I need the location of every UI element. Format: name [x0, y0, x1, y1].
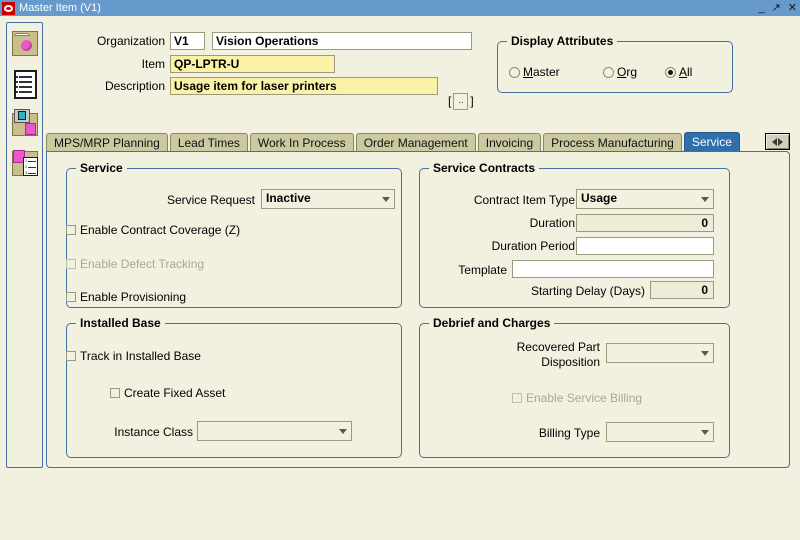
enable-defect-tracking-checkbox: Enable Defect Tracking — [66, 256, 204, 272]
instance-class-select[interactable] — [197, 421, 352, 441]
descriptive-flexfield: [ .. ] — [448, 92, 474, 110]
recovered-part-label-line1: Recovered Part — [516, 340, 600, 354]
service-request-value: Inactive — [266, 191, 311, 205]
tab-lead-times[interactable]: Lead Times — [169, 133, 248, 152]
organization-label: Organization — [96, 34, 165, 48]
organization-item-icon[interactable] — [10, 107, 41, 143]
window-controls: _ ↗ ✕ — [758, 2, 797, 14]
radio-org-indicator — [603, 66, 614, 78]
enable-provisioning-box — [66, 292, 76, 302]
track-in-installed-base-label: Track in Installed Base — [80, 349, 201, 363]
window-titlebar: Master Item (V1) _ ↗ ✕ — [0, 0, 800, 16]
dff-open-bracket: [ — [448, 94, 452, 108]
list-document-icon[interactable] — [10, 67, 41, 103]
tab-work-in-process[interactable]: Work In Process — [249, 133, 354, 152]
installed-base-group-title: Installed Base — [76, 316, 165, 330]
template-label: Template — [458, 263, 507, 277]
radio-all[interactable]: All — [665, 64, 692, 80]
create-fixed-asset-checkbox[interactable]: Create Fixed Asset — [110, 385, 225, 401]
radio-master[interactable]: Master — [509, 64, 560, 80]
tab-mps-mrp-planning[interactable]: MPS/MRP Planning — [46, 133, 168, 152]
contract-item-type-value: Usage — [581, 191, 618, 205]
starting-delay-label: Starting Delay (Days) — [530, 284, 645, 298]
organization-code-field[interactable]: V1 — [170, 32, 205, 50]
enable-defect-tracking-box — [66, 259, 76, 269]
debrief-and-charges-group-title: Debrief and Charges — [429, 316, 555, 330]
description-field[interactable]: Usage item for laser printers — [170, 77, 438, 95]
radio-all-label: All — [679, 65, 693, 79]
enable-service-billing-label: Enable Service Billing — [526, 391, 643, 405]
instance-class-label: Instance Class — [114, 425, 193, 439]
enable-provisioning-checkbox[interactable]: Enable Provisioning — [66, 289, 186, 305]
track-in-installed-base-checkbox[interactable]: Track in Installed Base — [66, 348, 201, 364]
duration-period-label: Duration Period — [491, 239, 575, 253]
minimize-button[interactable]: _ — [758, 2, 764, 14]
create-fixed-asset-box — [110, 388, 120, 398]
duration-period-field[interactable] — [576, 237, 714, 255]
form-canvas: 1 2 3 Organization V1 Vision Operations … — [0, 16, 800, 540]
service-request-label: Service Request — [166, 193, 255, 207]
tab-order-management[interactable]: Order Management — [355, 133, 476, 152]
enable-contract-coverage-label: Enable Contract Coverage (Z) — [80, 223, 241, 237]
contract-item-type-label: Contract Item Type — [473, 193, 575, 207]
enable-service-billing-box — [512, 393, 522, 403]
starting-delay-field[interactable]: 0 — [650, 281, 714, 299]
dff-button[interactable]: .. — [453, 92, 469, 110]
service-request-select[interactable]: Inactive — [261, 189, 395, 209]
chevron-down-icon — [701, 351, 709, 356]
radio-all-indicator — [665, 66, 676, 78]
tab-service[interactable]: Service — [683, 132, 740, 152]
chevron-down-icon — [701, 197, 709, 202]
recovered-part-label-line2: Disposition — [541, 355, 600, 369]
enable-contract-coverage-box — [66, 225, 76, 235]
chevron-left-icon — [772, 137, 777, 146]
navigator-icon-strip: 1 2 3 — [6, 22, 43, 468]
close-button[interactable]: ✕ — [788, 2, 797, 14]
billing-type-select[interactable] — [606, 422, 714, 442]
item-field[interactable]: QP-LPTR-U — [170, 55, 335, 73]
duration-field[interactable]: 0 — [576, 214, 714, 232]
organization-name-field[interactable]: Vision Operations — [212, 32, 472, 50]
tab-strip: MPS/MRP Planning Lead Times Work In Proc… — [46, 132, 742, 152]
radio-org[interactable]: Org — [603, 64, 637, 80]
track-in-installed-base-box — [66, 351, 76, 361]
chevron-down-icon — [701, 430, 709, 435]
tab-invoicing[interactable]: Invoicing — [477, 133, 542, 152]
radio-master-indicator — [509, 66, 520, 78]
chevron-down-icon — [339, 429, 347, 434]
enable-provisioning-label: Enable Provisioning — [80, 290, 187, 304]
service-group-title: Service — [76, 161, 127, 175]
description-label: Description — [104, 79, 165, 93]
tab-scroll-button[interactable] — [765, 133, 790, 150]
chevron-right-icon — [778, 137, 783, 146]
item-label: Item — [141, 57, 165, 71]
display-attributes-group: Display Attributes Master Org All — [497, 34, 733, 93]
folder-item-icon[interactable] — [10, 27, 41, 63]
service-contracts-group-title: Service Contracts — [429, 161, 540, 175]
contract-item-type-select[interactable]: Usage — [576, 189, 714, 209]
item-catalog-icon[interactable]: 1 2 3 — [10, 147, 41, 183]
billing-type-label: Billing Type — [538, 426, 600, 440]
create-fixed-asset-label: Create Fixed Asset — [124, 386, 226, 400]
enable-defect-tracking-label: Enable Defect Tracking — [80, 257, 205, 271]
recovered-part-disposition-select[interactable] — [606, 343, 714, 363]
radio-org-label: Org — [617, 65, 638, 79]
chevron-down-icon — [382, 197, 390, 202]
oracle-logo-icon — [2, 1, 15, 15]
radio-master-label: Master — [523, 65, 560, 79]
dff-close-bracket: ] — [470, 94, 474, 108]
tab-process-manufacturing[interactable]: Process Manufacturing — [543, 133, 682, 152]
window-title: Master Item (V1) — [19, 1, 101, 14]
display-attributes-title: Display Attributes — [507, 34, 618, 48]
template-field[interactable] — [512, 260, 714, 278]
enable-service-billing-checkbox: Enable Service Billing — [512, 390, 642, 406]
restore-button[interactable]: ↗ — [772, 2, 781, 14]
enable-contract-coverage-checkbox[interactable]: Enable Contract Coverage (Z) — [66, 222, 240, 238]
duration-label: Duration — [529, 216, 575, 230]
